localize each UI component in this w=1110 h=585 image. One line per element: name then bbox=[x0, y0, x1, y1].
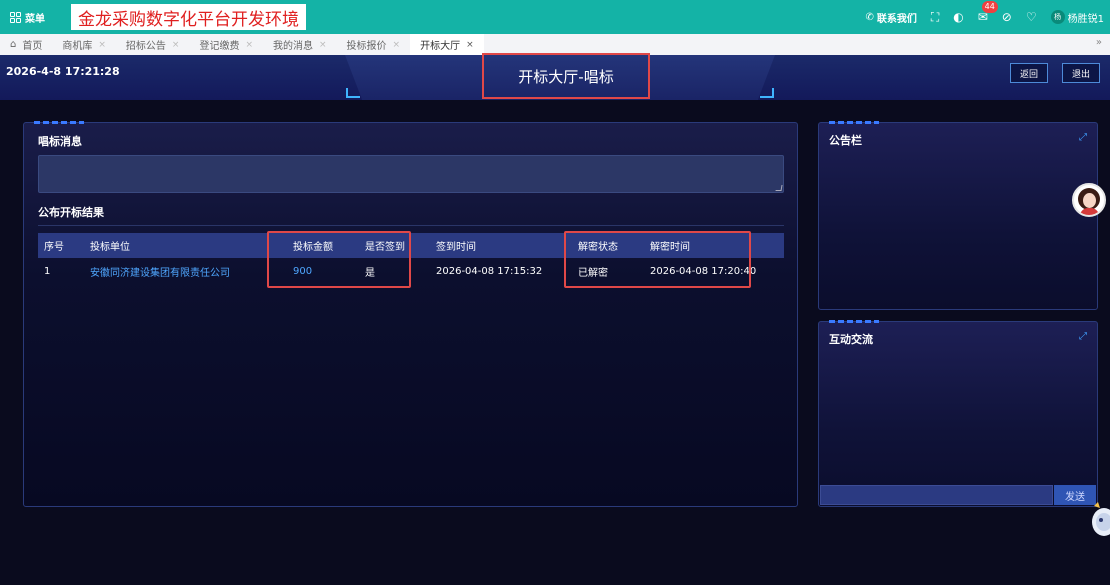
tab-label: 首页 bbox=[22, 41, 43, 52]
current-datetime: 2026-4-8 17:21:28 bbox=[6, 65, 120, 78]
tab-my-messages[interactable]: 我的消息 × bbox=[263, 34, 337, 55]
close-icon[interactable]: × bbox=[245, 40, 253, 50]
panel-deco bbox=[34, 121, 84, 124]
tab-home[interactable]: ⌂ 首页 bbox=[0, 34, 52, 55]
user-menu[interactable]: 杨 杨胜锐1 bbox=[1050, 10, 1104, 25]
check-circle-icon[interactable]: ⊘ bbox=[1002, 10, 1012, 24]
bulb-icon[interactable]: ♡ bbox=[1026, 10, 1037, 24]
notice-panel: 公告栏 ⤢ bbox=[818, 121, 1098, 310]
expand-icon[interactable]: ⤢ bbox=[1079, 132, 1087, 143]
tab-label: 开标大厅 bbox=[420, 41, 461, 52]
resize-handle[interactable] bbox=[775, 185, 783, 191]
tab-label: 我的消息 bbox=[273, 41, 313, 52]
divider bbox=[38, 225, 784, 226]
close-icon[interactable]: × bbox=[466, 40, 474, 50]
tab-label: 投标报价 bbox=[346, 41, 387, 52]
avatar: 杨 bbox=[1050, 10, 1065, 24]
panel-deco bbox=[829, 320, 879, 323]
menu-label: 菜单 bbox=[25, 13, 45, 25]
chang-message-textarea[interactable] bbox=[38, 155, 784, 193]
contact-us-label: 联系我们 bbox=[876, 13, 917, 25]
notification-badge: 44 bbox=[981, 1, 998, 13]
mail-icon[interactable]: ✉ 44 bbox=[978, 1, 998, 24]
tab-label: 商机库 bbox=[62, 41, 93, 52]
highlight-amount-signed bbox=[267, 231, 411, 288]
assistant-avatar[interactable] bbox=[1072, 183, 1106, 217]
chang-message-title: 唱标消息 bbox=[38, 135, 82, 148]
phone-icon: ✆ bbox=[865, 11, 874, 23]
bid-opening-panel: 唱标消息 公布开标结果 序号 投标单位 投标金额 是否签到 签到时间 解密状态 … bbox=[23, 121, 798, 507]
tab-label: 登记缴费 bbox=[199, 41, 240, 52]
chat-input[interactable] bbox=[820, 485, 1053, 505]
theme-icon[interactable]: ◐ bbox=[953, 10, 963, 24]
top-bar: 菜单 金龙采购数字化平台开发环境 ✆ 联系我们 ⛶ ◐ ✉ 44 ⊘ ♡ 杨 杨胜… bbox=[0, 0, 1110, 34]
user-name: 杨胜锐1 bbox=[1067, 13, 1104, 25]
tab-tender-notice[interactable]: 招标公告 × bbox=[116, 34, 190, 55]
exit-button[interactable]: 退出 bbox=[1062, 63, 1101, 83]
back-button[interactable]: 返回 bbox=[1010, 63, 1049, 83]
panel-deco bbox=[829, 121, 879, 124]
top-right-tools: ✆ 联系我们 ⛶ ◐ ✉ 44 ⊘ ♡ 杨 杨胜锐1 bbox=[865, 0, 1104, 34]
close-icon[interactable]: × bbox=[98, 40, 106, 50]
header-unit: 投标单位 bbox=[90, 242, 130, 253]
close-icon[interactable]: × bbox=[393, 40, 401, 50]
deco-corner-right bbox=[760, 88, 774, 98]
close-icon[interactable]: × bbox=[172, 40, 180, 50]
menu-button[interactable]: 菜单 bbox=[0, 0, 55, 34]
grid-menu-icon bbox=[10, 11, 21, 23]
tab-bid-quote[interactable]: 投标报价 × bbox=[337, 34, 411, 55]
fullscreen-icon[interactable]: ⛶ bbox=[931, 10, 939, 25]
expand-icon[interactable]: ⤢ bbox=[1079, 331, 1087, 342]
close-icon[interactable]: × bbox=[319, 40, 327, 50]
tab-register-pay[interactable]: 登记缴费 × bbox=[189, 34, 263, 55]
avatar-face bbox=[1083, 193, 1096, 208]
chat-title: 互动交流 bbox=[829, 333, 873, 346]
cell-unit-link[interactable]: 安徽同济建设集团有限责任公司 bbox=[90, 264, 230, 279]
contact-us-link[interactable]: ✆ 联系我们 bbox=[865, 10, 916, 25]
deco-corner-left bbox=[346, 88, 360, 98]
tab-business[interactable]: 商机库 × bbox=[52, 34, 116, 55]
result-title: 公布开标结果 bbox=[38, 206, 104, 219]
tab-bid-hall[interactable]: 开标大厅 × bbox=[410, 34, 484, 55]
tab-label: 招标公告 bbox=[125, 41, 166, 52]
tabs-bar: ⌂ 首页 商机库 × 招标公告 × 登记缴费 × 我的消息 × 投标报价 × 开标大厅 × … bbox=[0, 34, 1110, 55]
cell-sign-time: 2026-04-08 17:15:32 bbox=[436, 265, 543, 277]
highlight-decrypt bbox=[564, 231, 751, 288]
chat-panel: 互动交流 ⤢ 发送 bbox=[818, 320, 1098, 507]
home-icon: ⌂ bbox=[10, 39, 17, 50]
robot-assistant-icon[interactable] bbox=[1088, 500, 1110, 540]
tabs-more-icon[interactable]: » bbox=[1096, 37, 1102, 48]
cell-seq: 1 bbox=[44, 265, 51, 277]
notice-title: 公告栏 bbox=[829, 134, 862, 147]
app-title-box: 金龙采购数字化平台开发环境 bbox=[71, 4, 306, 30]
page-title: 开标大厅-唱标 bbox=[482, 53, 650, 99]
header-seq: 序号 bbox=[44, 242, 64, 253]
header-sign-time: 签到时间 bbox=[436, 242, 476, 253]
app-title: 金龙采购数字化平台开发环境 bbox=[78, 9, 299, 30]
